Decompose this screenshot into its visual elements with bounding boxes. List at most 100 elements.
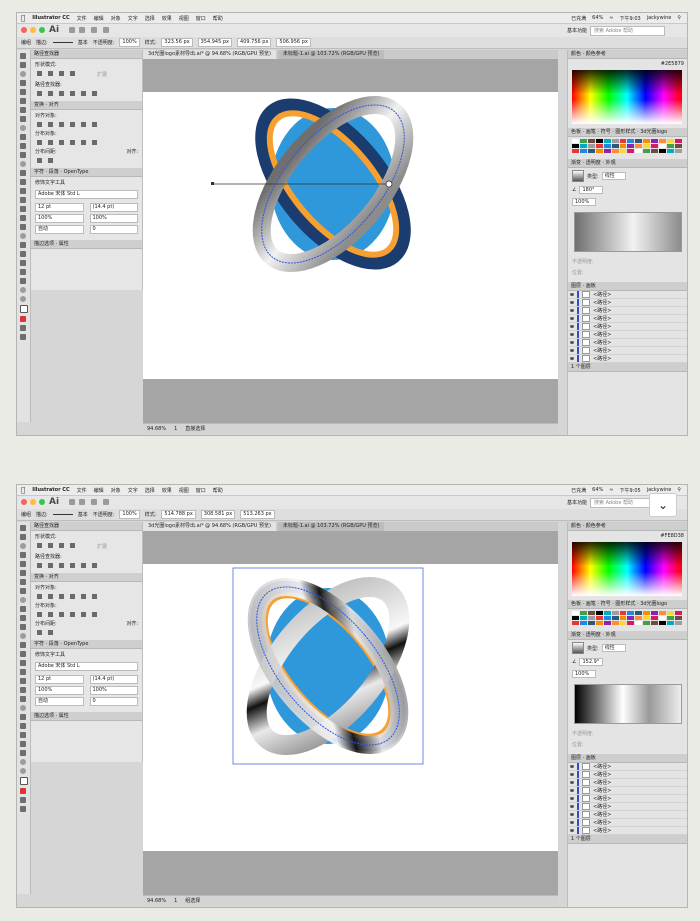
gradient-type-select[interactable]: 线性: [601, 644, 626, 652]
exclude-icon[interactable]: [70, 543, 75, 548]
menu-help[interactable]: 帮助: [213, 15, 223, 22]
swatch[interactable]: [651, 144, 659, 148]
layer-row[interactable]: <路径>: [568, 779, 687, 787]
swatch[interactable]: [619, 149, 627, 153]
trim-icon[interactable]: [48, 563, 53, 568]
touch-type-button[interactable]: 修饰文字工具: [31, 649, 142, 660]
swatch[interactable]: [579, 621, 587, 625]
gradient-swatch[interactable]: [572, 170, 584, 182]
dist-vcenter-icon[interactable]: [48, 612, 53, 617]
tab-appearance[interactable]: 外观: [606, 632, 616, 638]
fill-swatch-icon[interactable]: [20, 777, 28, 785]
screen-mode-icon[interactable]: [20, 806, 26, 812]
stock-icon[interactable]: [79, 499, 85, 505]
touch-type-button[interactable]: 修饰文字工具: [31, 177, 142, 188]
layer-row[interactable]: <路径>: [568, 355, 687, 363]
shape-builder-icon[interactable]: [20, 669, 26, 675]
pencil-icon[interactable]: [20, 615, 26, 621]
leading-field[interactable]: (14.4 pt): [89, 675, 138, 684]
kerning-field[interactable]: 0: [89, 697, 138, 706]
gradient-type-select[interactable]: 线性: [601, 172, 626, 180]
font-size-field[interactable]: 12 pt: [35, 675, 84, 684]
swatch[interactable]: [611, 149, 619, 153]
swatch[interactable]: [603, 139, 611, 143]
dist-hcenter-icon[interactable]: [81, 612, 86, 617]
eye-icon[interactable]: [570, 821, 574, 824]
expand-button[interactable]: 扩展: [97, 543, 107, 550]
logo-artwork-step-1[interactable]: [203, 88, 443, 288]
swatch[interactable]: [651, 616, 659, 620]
align-top-icon[interactable]: [70, 122, 75, 127]
layer-row[interactable]: <路径>: [568, 803, 687, 811]
swatch[interactable]: [595, 611, 603, 615]
expand-button[interactable]: 扩展: [97, 71, 107, 78]
swatch[interactable]: [595, 621, 603, 625]
tab-library[interactable]: 3d光圈logo: [640, 601, 667, 607]
curvature-tool-icon[interactable]: [20, 98, 26, 104]
menu-view[interactable]: 视图: [179, 487, 189, 494]
mesh-tool-icon[interactable]: [20, 687, 26, 693]
line-tool-icon[interactable]: [20, 588, 26, 594]
search-icon[interactable]: ⚲: [677, 15, 681, 21]
tab-artboards[interactable]: 画板: [586, 283, 596, 289]
logo-artwork-step-2[interactable]: [223, 562, 453, 772]
minus-back-icon[interactable]: [92, 563, 97, 568]
swatch[interactable]: [603, 611, 611, 615]
rotate-tool-icon[interactable]: [20, 633, 26, 639]
artboard-number[interactable]: 1: [174, 426, 177, 432]
minus-back-icon[interactable]: [92, 91, 97, 96]
selection-tool-icon[interactable]: [20, 53, 26, 59]
swatch[interactable]: [611, 144, 619, 148]
eye-icon[interactable]: [570, 789, 574, 792]
layer-row[interactable]: <路径>: [568, 291, 687, 299]
opacity-field[interactable]: 100%: [119, 510, 140, 519]
magic-wand-icon[interactable]: [20, 543, 26, 549]
tab-transform[interactable]: 变换: [34, 574, 44, 580]
align-left-icon[interactable]: [37, 122, 42, 127]
free-transform-icon[interactable]: [20, 660, 26, 666]
drawing-mode-icon[interactable]: [20, 325, 26, 331]
menu-select[interactable]: 选择: [145, 15, 155, 22]
chevron-down-icon[interactable]: ⌄: [649, 493, 677, 517]
tab-stroke-options[interactable]: 描边选项: [34, 713, 54, 719]
swatch[interactable]: [619, 144, 627, 148]
direct-selection-tool-icon[interactable]: [20, 534, 26, 540]
tab-attributes[interactable]: 属性: [59, 713, 69, 719]
eye-icon[interactable]: [570, 805, 574, 808]
shape-builder-icon[interactable]: [20, 197, 26, 203]
artboard[interactable]: [143, 564, 558, 851]
swatch[interactable]: [579, 149, 587, 153]
layer-row[interactable]: <路径>: [568, 827, 687, 835]
swatch[interactable]: [651, 139, 659, 143]
swatch[interactable]: [587, 621, 595, 625]
tab-attributes[interactable]: 属性: [59, 241, 69, 247]
layer-row[interactable]: <路径>: [568, 323, 687, 331]
dist-bottom-icon[interactable]: [59, 140, 64, 145]
slice-tool-icon[interactable]: [20, 750, 26, 756]
swatch[interactable]: [587, 149, 595, 153]
hand-tool-icon[interactable]: [20, 287, 26, 293]
symbol-sprayer-icon[interactable]: [20, 723, 26, 729]
minus-front-icon[interactable]: [48, 71, 53, 76]
gradient-angle-field[interactable]: 152.9°: [579, 658, 604, 666]
gradient-slider-ramp[interactable]: [574, 212, 682, 252]
rotate-tool-icon[interactable]: [20, 161, 26, 167]
artboard-number[interactable]: 1: [174, 898, 177, 904]
menu-file[interactable]: 文件: [77, 15, 87, 22]
wifi-icon[interactable]: ≈: [609, 15, 613, 21]
swatch[interactable]: [572, 139, 579, 143]
dist-right-icon[interactable]: [92, 140, 97, 145]
graph-tool-icon[interactable]: [20, 260, 26, 266]
layer-row[interactable]: <路径>: [568, 811, 687, 819]
tab-transparency[interactable]: 透明度: [586, 632, 601, 638]
w-field[interactable]: 513.263 px: [240, 510, 275, 519]
type-tool-icon[interactable]: [20, 107, 26, 113]
kerning-field[interactable]: 0: [89, 225, 138, 234]
mesh-tool-icon[interactable]: [20, 215, 26, 221]
x-field[interactable]: 323.56 px: [161, 38, 193, 47]
gradient-start-handle[interactable]: [211, 182, 214, 185]
curvature-tool-icon[interactable]: [20, 570, 26, 576]
space-v-icon[interactable]: [37, 158, 42, 163]
swatch[interactable]: [619, 621, 627, 625]
eye-icon[interactable]: [570, 797, 574, 800]
